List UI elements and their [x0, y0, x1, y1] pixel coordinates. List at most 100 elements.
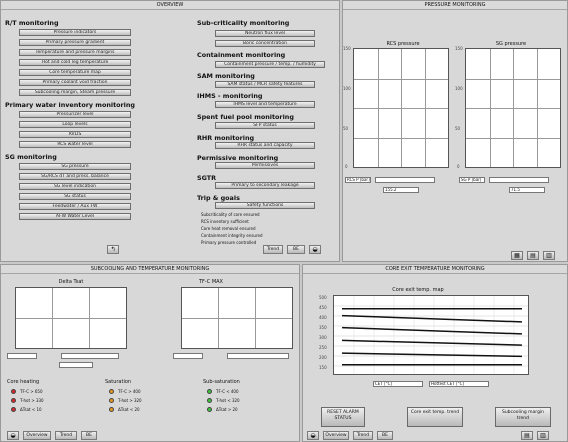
rcs-chart-title: RCS pressure: [386, 41, 420, 47]
sub-sink-icon[interactable]: ◒: [7, 431, 19, 440]
goal-item: RCS inventory sufficient: [201, 219, 249, 224]
pwi-button-3[interactable]: RCS water level: [19, 141, 131, 148]
reset-alarm-button[interactable]: RESET ALARM STATUS: [321, 407, 365, 427]
tfc-chart-title: TF-C MAX: [199, 279, 223, 285]
rt-button-2[interactable]: Temperature and pressure margins: [19, 49, 131, 56]
sg-button-3[interactable]: SG status: [19, 193, 131, 200]
sg-field-label: SG P [bar]: [461, 177, 482, 182]
trend-icon[interactable]: ▦: [511, 251, 523, 260]
perm-button-0[interactable]: Permissives: [215, 162, 315, 169]
pwi-button-1[interactable]: Loop levels: [19, 121, 131, 128]
ihms-button-0[interactable]: IHMS level and temperature: [215, 101, 315, 108]
dtsat-chart-title: Delta Tsat: [58, 279, 84, 285]
cet-trend-bottom-button[interactable]: Trend: [353, 431, 373, 440]
sub-overview-button[interactable]: Overview: [23, 431, 51, 440]
cet-grid: [334, 296, 528, 374]
rcs-field-label: RCS P [bar]: [347, 177, 370, 182]
cet-ytick: 500: [319, 295, 327, 300]
cet-ytick: 300: [319, 335, 327, 340]
rt-button-3[interactable]: Hot and cold leg temperature: [19, 59, 131, 66]
overview-title: OVERVIEW: [1, 1, 339, 10]
subcooling-trend-button[interactable]: Subcooling margin trend: [495, 407, 551, 427]
overview-panel: OVERVIEW R/T monitoring Primary water in…: [0, 0, 340, 262]
sgtr-button-0[interactable]: Primary to secondary leakage: [215, 182, 315, 189]
status-lamp-icon: [109, 389, 114, 394]
sg-button-1[interactable]: SG/RCS dT and press. balance: [19, 173, 131, 180]
rt-button-1[interactable]: Primary pressure gradient: [19, 39, 131, 46]
rt-button-6[interactable]: Subcooling margin, Steam pressure: [19, 89, 131, 96]
cet-overview-button[interactable]: Overview: [323, 431, 349, 440]
cont-section-title: Containment monitoring: [197, 51, 286, 59]
rt-button-0[interactable]: Pressure indicators: [19, 29, 131, 36]
cet-trend-button[interactable]: Core exit temp. trend: [407, 407, 463, 427]
sub-be-button[interactable]: BE: [81, 431, 97, 440]
lamp-label: T-hot > 330: [20, 398, 44, 403]
tfc-field[interactable]: [173, 353, 203, 359]
rt-button-4[interactable]: Core temperature map: [19, 69, 131, 76]
sg-range-field[interactable]: [489, 177, 549, 183]
cet-sink-icon[interactable]: ◒: [307, 431, 319, 440]
dtsat-field[interactable]: [7, 353, 37, 359]
pwi-button-0[interactable]: Pressurizer level: [19, 111, 131, 118]
sg-button-0[interactable]: SG pressure: [19, 163, 131, 170]
sub-button-0[interactable]: Neutron flux level: [215, 30, 315, 37]
sg-pressure-field[interactable]: SG P [bar]: [459, 177, 485, 183]
cet-hottest-field[interactable]: Hottest CET [°C]: [429, 381, 489, 387]
sg-ytick: 100: [455, 86, 463, 91]
cet-ytick: 450: [319, 305, 327, 310]
sg-ytick: 50: [455, 126, 461, 131]
dtsat-chart: [15, 287, 127, 349]
dtsat-range[interactable]: [61, 353, 119, 359]
pwi-button-2[interactable]: RVLIS: [19, 131, 131, 138]
sg-pressure-chart: [465, 48, 561, 168]
rhr-section-title: RHR monitoring: [197, 134, 255, 142]
be-button[interactable]: BE: [287, 245, 305, 254]
dtsat-value[interactable]: [59, 362, 93, 368]
sam-button-0[interactable]: SAM status / MCR safety features: [215, 81, 315, 88]
sfp-button-0[interactable]: SFP status: [215, 122, 315, 129]
lamp-label: T-hot > 320: [118, 398, 142, 403]
rhr-button-0[interactable]: RHR status and capacity: [215, 142, 315, 149]
status-lamp-icon: [207, 407, 212, 412]
print-icon[interactable]: ▤: [527, 251, 539, 260]
lamp-label: ΔTsat < 20: [118, 407, 140, 412]
cet-panel: CORE EXIT TEMPERATURE MONITORING Core ex…: [302, 264, 568, 442]
sub-button-1[interactable]: Boric concentration: [215, 40, 315, 47]
goal-item: Core heat removal ensured: [201, 226, 256, 231]
export-icon[interactable]: ▥: [543, 251, 555, 260]
status-lamp-icon: [109, 398, 114, 403]
rcs-value-field[interactable]: 155.2: [383, 187, 419, 193]
perm-section-title: Permissive monitoring: [197, 154, 279, 162]
sg-button-5[interactable]: AFW Water Level: [19, 213, 131, 220]
back-arrow-icon[interactable]: ↰: [107, 245, 119, 254]
status-lamp-icon: [207, 398, 212, 403]
trip-section-title: Trip & goals: [197, 194, 240, 202]
rcs-value: 155.2: [385, 187, 397, 192]
cet-be-button[interactable]: BE: [377, 431, 393, 440]
cet-export-icon[interactable]: ▥: [537, 431, 549, 440]
rcs-ytick: 50: [343, 126, 349, 131]
sg-value-field[interactable]: 71.5: [509, 187, 545, 193]
cet-print-icon[interactable]: ▤: [521, 431, 533, 440]
rcs-pressure-field[interactable]: RCS P [bar]: [345, 177, 371, 183]
trend-button[interactable]: Trend: [263, 245, 283, 254]
cont-button-0[interactable]: Containment pressure / temp. / humidity: [215, 61, 325, 68]
cet-title: CORE EXIT TEMPERATURE MONITORING: [303, 265, 567, 274]
trip-button-0[interactable]: Safety functions: [215, 202, 315, 209]
status-lamp-icon: [207, 389, 212, 394]
sg-ytick: 150: [455, 46, 463, 51]
tfc-range[interactable]: [227, 353, 289, 359]
sg-section-title: SG monitoring: [5, 153, 57, 161]
sink-icon[interactable]: ◒: [309, 245, 321, 254]
cet-field[interactable]: CET [°C]: [373, 381, 423, 387]
rcs-pressure-chart: [353, 48, 449, 168]
sg-button-2[interactable]: SG level indication: [19, 183, 131, 190]
sfp-section-title: Spent fuel pool monitoring: [197, 113, 294, 121]
sg-button-4[interactable]: Feedwater / Aux FW: [19, 203, 131, 210]
sam-section-title: SAM monitoring: [197, 72, 255, 80]
rcs-range-field[interactable]: [375, 177, 435, 183]
sub-trend-button[interactable]: Trend: [55, 431, 77, 440]
lamp-group-title: Saturation: [105, 379, 132, 385]
subcooling-title: SUBCOOLING AND TEMPERATURE MONITORING: [1, 265, 299, 274]
rt-button-5[interactable]: Primary coolant void fraction: [19, 79, 131, 86]
